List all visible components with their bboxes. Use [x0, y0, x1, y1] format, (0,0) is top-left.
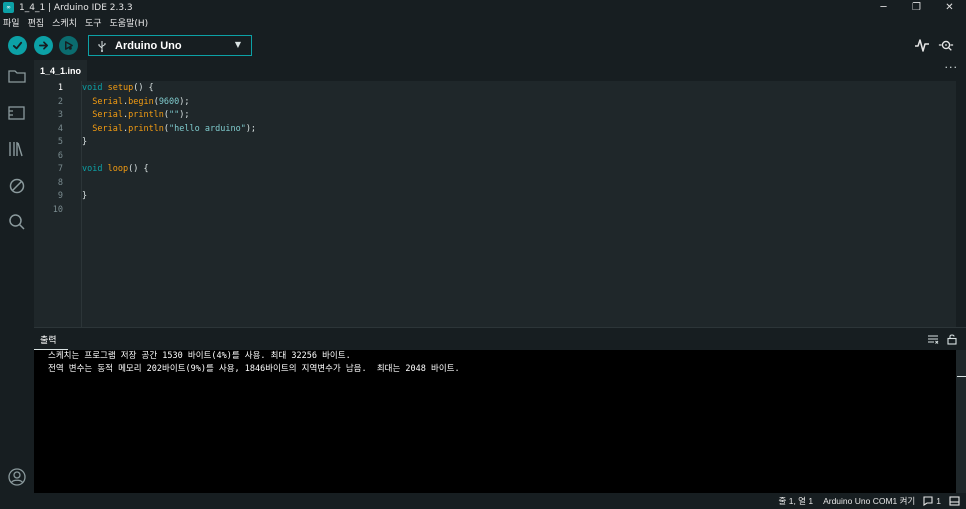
board-name: Arduino Uno: [115, 39, 182, 52]
code-line[interactable]: Serial.println("hello arduino");: [82, 123, 256, 137]
code-token: () {: [128, 164, 149, 174]
check-icon: [12, 41, 23, 50]
output-scrollbar-thumb[interactable]: [957, 376, 966, 377]
upload-button[interactable]: [34, 36, 53, 55]
code-token: setup: [107, 83, 134, 93]
line-number: 4: [57, 123, 63, 134]
chevron-down-icon: ▼: [234, 40, 241, 49]
code-token: );: [245, 123, 257, 134]
toolbar: Arduino Uno ▼: [0, 30, 966, 60]
output-line: 스케치는 프로그램 저장 공간 1530 바이트(4%)를 사용. 최대 322…: [48, 351, 351, 361]
line-number: 7: [57, 164, 63, 174]
minimize-button[interactable]: ─: [867, 0, 900, 15]
verify-button[interactable]: [8, 36, 27, 55]
code-token: () {: [133, 83, 154, 93]
line-number: 10: [52, 204, 63, 215]
serial-plotter-icon[interactable]: [914, 37, 930, 53]
clear-output-icon[interactable]: [927, 333, 939, 345]
code-line[interactable]: }: [82, 136, 87, 150]
title-bar: ∞ 1_4_1 | Arduino IDE 2.3.3 ─ ❐ ✕: [0, 0, 966, 15]
code-token: "": [169, 110, 180, 120]
menu-tools[interactable]: 도구: [85, 16, 102, 29]
boards-manager-icon[interactable]: [7, 103, 27, 123]
debug-sidebar-icon[interactable]: [7, 176, 27, 196]
board-selector[interactable]: Arduino Uno ▼: [88, 35, 252, 56]
menu-help[interactable]: 도움말(H): [110, 16, 149, 29]
output-panel-header: 출력: [34, 327, 966, 350]
tab-sketch-file[interactable]: 1_4_1.ino: [34, 60, 87, 81]
arrow-right-icon: [39, 41, 48, 50]
notification-count: 1: [936, 496, 941, 506]
code-line[interactable]: }: [82, 190, 87, 204]
menu-bar: 파일 편집 스케치 도구 도움말(H): [0, 15, 966, 30]
line-number: 6: [57, 150, 63, 161]
board-port-status[interactable]: Arduino Uno COM1 켜기: [823, 495, 915, 507]
code-line[interactable]: void setup() {: [82, 82, 154, 96]
more-options-button[interactable]: ···: [945, 61, 959, 74]
output-console[interactable]: 스케치는 프로그램 저장 공간 1530 바이트(4%)를 사용. 최대 322…: [34, 350, 956, 493]
code-token: }: [82, 137, 88, 147]
menu-edit[interactable]: 편집: [28, 16, 45, 29]
output-tab[interactable]: 출력: [40, 333, 57, 346]
toggle-output-icon[interactable]: [949, 496, 960, 506]
line-number: 3: [57, 110, 63, 120]
tab-bar: 1_4_1.ino ···: [34, 60, 966, 81]
code-token: void: [82, 164, 103, 174]
code-token: begin: [128, 96, 154, 107]
notification-icon[interactable]: [923, 496, 934, 506]
menu-file[interactable]: 파일: [3, 16, 20, 29]
library-manager-icon[interactable]: [7, 139, 27, 159]
restore-button[interactable]: ❐: [900, 0, 933, 15]
usb-icon: [98, 40, 106, 52]
output-scrollbar[interactable]: [956, 350, 966, 493]
output-line: 전역 변수는 동적 메모리 202바이트(9%)를 사용, 1846바이트의 지…: [48, 364, 460, 374]
status-bar: 줄 1, 열 1 Arduino Uno COM1 켜기 1: [0, 493, 966, 509]
line-number: 2: [57, 96, 63, 107]
code-editor[interactable]: 1 2 3 4 5 6 7 8 9 10 void setup() { Serial.begin(…: [34, 81, 956, 327]
code-token: );: [179, 110, 190, 120]
search-icon[interactable]: [7, 212, 27, 232]
line-number-gutter: 1 2 3 4 5 6 7 8 9 10: [34, 81, 82, 327]
code-token: println: [128, 123, 164, 134]
line-number: 8: [57, 177, 63, 188]
serial-monitor-icon[interactable]: [938, 37, 954, 53]
code-line[interactable]: Serial.println("");: [82, 109, 190, 123]
sidebar: [0, 60, 34, 493]
line-number: 1: [57, 83, 63, 93]
code-token: Serial: [92, 123, 123, 134]
arduino-logo-icon: ∞: [3, 2, 14, 13]
code-token: Serial: [92, 110, 123, 120]
cursor-position[interactable]: 줄 1, 열 1: [779, 495, 814, 507]
code-token: 9600: [158, 96, 180, 107]
code-token: }: [82, 191, 88, 201]
close-button[interactable]: ✕: [933, 0, 966, 15]
account-icon[interactable]: [7, 467, 27, 487]
code-token: "hello arduino": [169, 123, 246, 134]
line-number: 9: [57, 191, 63, 201]
menu-sketch[interactable]: 스케치: [52, 16, 77, 29]
line-number: 5: [57, 137, 63, 147]
window-controls: ─ ❐ ✕: [867, 0, 966, 15]
code-token: Serial: [92, 96, 123, 107]
window-title: 1_4_1 | Arduino IDE 2.3.3: [19, 2, 133, 13]
code-token: println: [128, 110, 164, 120]
code-line[interactable]: void loop() {: [82, 163, 149, 177]
editor-scrollbar[interactable]: [946, 81, 956, 327]
debug-icon: [65, 41, 73, 50]
code-token: void: [82, 83, 103, 93]
sketchbook-icon[interactable]: [7, 66, 27, 86]
scroll-lock-icon[interactable]: [946, 333, 958, 345]
code-token: );: [179, 96, 190, 107]
debug-button[interactable]: [59, 36, 78, 55]
code-token: loop: [107, 164, 129, 174]
code-line[interactable]: Serial.begin(9600);: [82, 96, 190, 110]
